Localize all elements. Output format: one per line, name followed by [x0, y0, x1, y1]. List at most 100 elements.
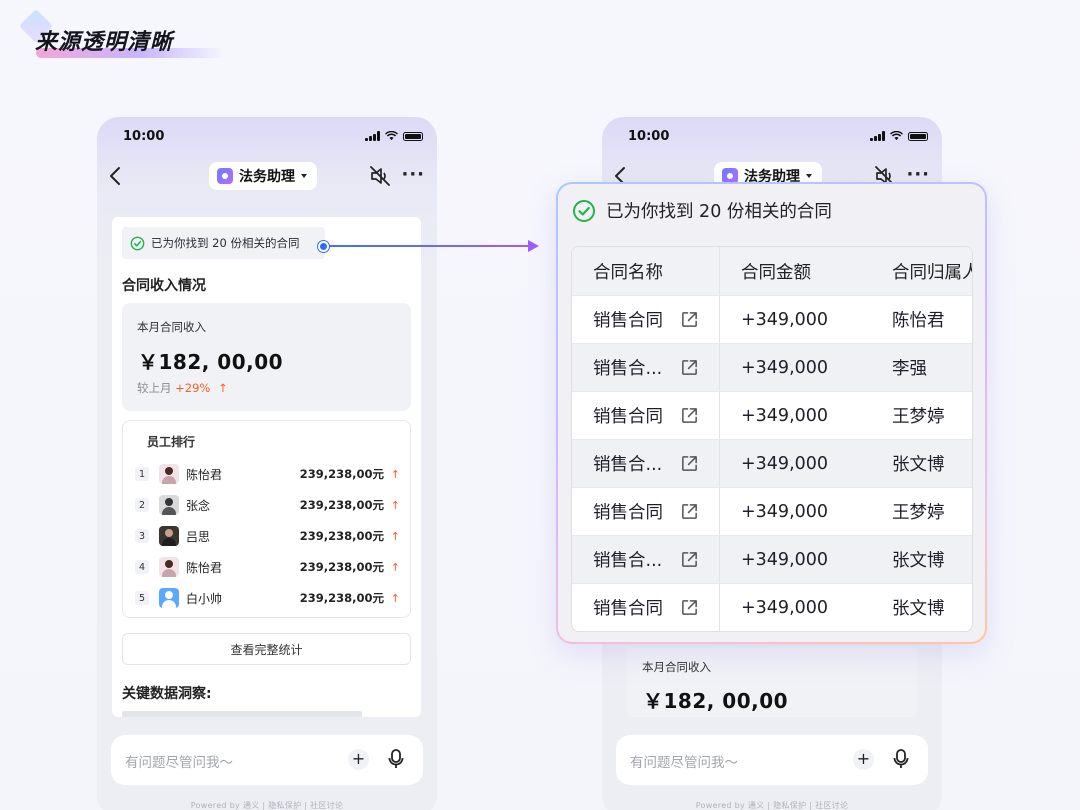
chat-input-placeholder: 有问题尽管问我～ [630, 755, 738, 771]
table-row[interactable]: 销售合... +349,000 张文博 [572, 439, 972, 487]
check-circle-icon [130, 236, 145, 250]
source-chip[interactable]: 已为你找到 20 份相关的合同 [122, 227, 325, 259]
income-label: 本月合同收入 [137, 320, 206, 334]
contract-owner: 王梦婷 [892, 503, 945, 523]
contract-name: 销售合同 [593, 503, 663, 523]
up-arrow-icon: ↑ [218, 381, 228, 395]
contract-amount: +349,000 [741, 549, 829, 570]
contract-amount: +349,000 [741, 501, 829, 522]
rank-value: 239,238,00元 [299, 529, 384, 543]
ranking-row[interactable]: 4 陈怡君 239,238,00元 ↑ [135, 555, 400, 579]
external-link-icon[interactable] [680, 406, 699, 425]
contract-amount: +349,000 [741, 405, 829, 426]
status-time: 10:00 [123, 129, 165, 144]
insight-title: 关键数据洞察: [122, 686, 212, 702]
plus-icon[interactable]: + [853, 749, 874, 770]
contract-amount: +349,000 [741, 597, 829, 618]
status-icons [870, 131, 928, 141]
rank-number: 1 [135, 467, 149, 481]
contract-name: 销售合同 [593, 599, 663, 619]
avatar [159, 557, 179, 577]
up-arrow-icon: ↑ [390, 591, 400, 605]
rank-value: 239,238,00元 [299, 560, 384, 574]
more-icon[interactable]: ··· [401, 166, 425, 184]
contract-owner: 张文博 [892, 599, 945, 619]
avatar [159, 526, 179, 546]
contract-name: 销售合... [593, 455, 663, 475]
chat-input[interactable]: 有问题尽管问我～ + [616, 735, 928, 785]
rank-number: 2 [135, 498, 149, 512]
back-chevron-icon[interactable] [107, 165, 125, 187]
income-card: 本月合同收入 ￥182, 00,00 [627, 647, 917, 717]
contract-name: 销售合... [593, 359, 663, 379]
income-compare: 较上月 +29% ↑ [137, 381, 228, 395]
wifi-icon [385, 131, 398, 141]
contract-owner: 张文博 [892, 551, 945, 571]
contract-owner: 陈怡君 [892, 311, 945, 331]
connector-dot [318, 241, 329, 252]
rank-value: 239,238,00元 [299, 498, 384, 512]
up-arrow-icon: ↑ [390, 560, 400, 574]
table-header: 合同名称 合同金额 合同归属人 [572, 247, 972, 295]
contract-name: 销售合同 [593, 407, 663, 427]
agent-switcher[interactable]: 法务助理 [209, 162, 317, 190]
ranking-row[interactable]: 3 吕思 239,238,00元 ↑ [135, 524, 400, 548]
external-link-icon[interactable] [680, 454, 699, 473]
answer-card: 已为你找到 20 份相关的合同 合同收入情况 本月合同收入 ￥182, 00,0… [112, 217, 421, 717]
income-amount: ￥182, 00,00 [138, 350, 284, 374]
up-arrow-icon: ↑ [390, 529, 400, 543]
table-row[interactable]: 销售合同 +349,000 陈怡君 [572, 295, 972, 343]
more-icon[interactable]: ··· [906, 166, 930, 184]
microphone-icon[interactable] [892, 748, 910, 770]
compare-value: +29% [175, 381, 211, 395]
table-row[interactable]: 销售合同 +349,000 王梦婷 [572, 391, 972, 439]
footer: Powered by 通义 | 隐私保护 | 社区讨论 [695, 801, 849, 810]
ranking-row[interactable]: 1 陈怡君 239,238,00元 ↑ [135, 462, 400, 486]
ranking-row[interactable]: 2 张念 239,238,00元 ↑ [135, 493, 400, 517]
popup-header: 已为你找到 20 份相关的合同 [572, 198, 832, 223]
table-row[interactable]: 销售合... +349,000 张文博 [572, 535, 972, 583]
external-link-icon[interactable] [680, 598, 699, 617]
external-link-icon[interactable] [680, 310, 699, 329]
external-link-icon[interactable] [680, 550, 699, 569]
wifi-icon [890, 131, 903, 141]
microphone-icon[interactable] [387, 748, 405, 770]
agent-icon [217, 168, 233, 184]
phone-left: 10:00 法务助理 ··· 已为你找到 20 份相关的合同 合同收入情况 本月… [97, 117, 437, 810]
rank-name: 白小帅 [186, 591, 223, 606]
popup-title: 已为你找到 20 份相关的合同 [606, 202, 832, 222]
table-row[interactable]: 销售合... +349,000 李强 [572, 343, 972, 391]
ranking-title: 员工排行 [147, 435, 196, 449]
rank-value: 239,238,00元 [299, 467, 384, 481]
speaker-mute-icon[interactable] [369, 165, 391, 187]
rank-name: 陈怡君 [186, 560, 223, 575]
default-avatar-icon [159, 588, 179, 608]
agent-name: 法务助理 [239, 169, 295, 185]
chat-input[interactable]: 有问题尽管问我～ + [111, 735, 423, 785]
up-arrow-icon: ↑ [390, 498, 400, 512]
signal-icon [870, 131, 885, 141]
ranking-row[interactable]: 5 白小帅 239,238,00元 ↑ [135, 586, 400, 610]
ranking-card: 员工排行 1 陈怡君 239,238,00元 ↑ 2 张念 239,238,00… [122, 420, 411, 618]
battery-icon [403, 131, 423, 141]
contract-name: 销售合... [593, 551, 663, 571]
contract-owner: 张文博 [892, 455, 945, 475]
plus-icon[interactable]: + [348, 749, 369, 770]
table-row[interactable]: 销售合同 +349,000 王梦婷 [572, 487, 972, 535]
avatar [159, 495, 179, 515]
full-stats-button[interactable]: 查看完整统计 [122, 633, 411, 665]
column-header: 合同名称 [572, 247, 720, 295]
up-arrow-icon: ↑ [390, 467, 400, 481]
external-link-icon[interactable] [680, 358, 699, 377]
connector-line [329, 245, 529, 247]
external-link-icon[interactable] [680, 502, 699, 521]
rank-name: 陈怡君 [186, 467, 223, 482]
caret-down-icon [806, 174, 812, 178]
rank-name: 吕思 [186, 529, 211, 544]
status-icons [365, 131, 423, 141]
footer: Powered by 通义 | 隐私保护 | 社区讨论 [190, 801, 344, 810]
income-label: 本月合同收入 [642, 660, 711, 674]
contract-owner: 李强 [892, 359, 927, 379]
contracts-table: 合同名称 合同金额 合同归属人 销售合同 +349,000 陈怡君 销售合...… [571, 246, 973, 632]
table-row[interactable]: 销售合同 +349,000 张文博 [572, 583, 972, 631]
